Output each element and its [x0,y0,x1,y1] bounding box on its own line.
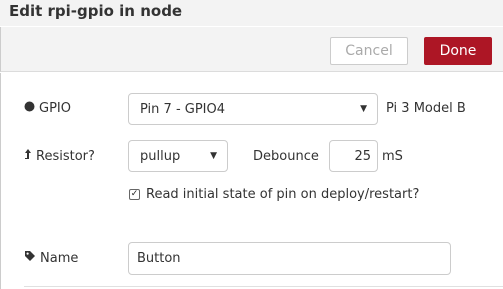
gpio-label-text: GPIO [39,100,71,116]
gpio-label: GPIO [24,99,71,117]
read-initial-checkbox[interactable]: ✓ [129,189,140,200]
resistor-select[interactable]: pullup ▼ [128,140,228,172]
name-label-text: Name [40,250,79,266]
divider [24,286,503,287]
done-button[interactable]: Done [424,37,492,65]
level-up-icon [24,148,32,164]
resistor-label: Resistor? [24,147,95,165]
resistor-label-text: Resistor? [36,148,95,164]
pi-model-label: Pi 3 Model B [386,100,466,116]
dialog-title-bar: Edit rpi-gpio in node [0,0,503,26]
cancel-button[interactable]: Cancel [330,37,408,65]
dialog-title: Edit rpi-gpio in node [9,2,183,20]
debounce-unit: mS [382,148,403,164]
resistor-select-value: pullup [140,148,181,164]
dialog-toolbar: Cancel Done [0,27,503,72]
gpio-select[interactable]: Pin 7 - GPIO4 ▼ [128,93,378,125]
gpio-select-value: Pin 7 - GPIO4 [140,101,226,117]
name-input[interactable]: Button [128,242,451,275]
chevron-down-icon: ▼ [210,151,217,161]
circle-icon [24,101,35,116]
chevron-down-icon: ▼ [360,104,367,114]
debounce-label: Debounce [253,148,319,164]
tag-icon [24,250,36,266]
debounce-input[interactable]: 25 [329,140,378,172]
read-initial-label: Read initial state of pin on deploy/rest… [146,186,420,202]
name-label: Name [24,249,78,267]
